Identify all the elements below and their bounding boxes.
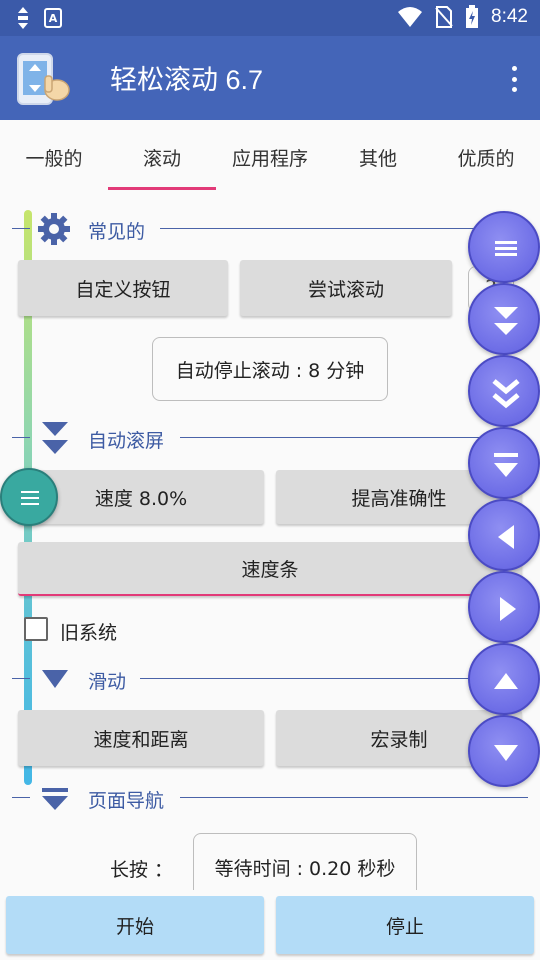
section-title-common: 常见的 <box>88 221 146 243</box>
section-title-auto-scroll: 自动滚屏 <box>88 430 165 452</box>
page-down-icon <box>494 453 518 477</box>
long-press-label: 长按 ： <box>110 859 174 881</box>
keyboard-a-icon: A <box>44 8 62 28</box>
floating-down-button[interactable] <box>468 715 540 787</box>
floating-up-button[interactable] <box>468 643 540 715</box>
tab-apps[interactable]: 应用程序 <box>216 144 324 171</box>
double-chevron-down-icon <box>42 422 68 454</box>
double-chevron-down-icon <box>494 307 518 335</box>
tab-general[interactable]: 一般的 <box>0 144 108 171</box>
floating-fast-scroll-down-button[interactable] <box>468 355 540 427</box>
menu-icon <box>495 241 517 256</box>
triangle-up-icon <box>494 673 518 689</box>
speed-distance-button[interactable]: 速度和距离 <box>18 710 264 766</box>
start-button[interactable]: 开始 <box>6 896 264 954</box>
tab-bar: 一般的 滚动 应用程序 其他 优质的 <box>0 120 540 192</box>
tab-other[interactable]: 其他 <box>324 144 432 171</box>
auto-stop-scroll-button[interactable]: 自动停止滚动 : 8 分钟 <box>152 337 388 401</box>
triangle-right-icon <box>500 597 516 621</box>
floating-scroll-down-button[interactable] <box>468 283 540 355</box>
wifi-icon <box>398 7 423 27</box>
status-bar: A 8:42 <box>0 0 540 36</box>
triangle-left-icon <box>498 525 514 549</box>
scroll-slider-handle[interactable] <box>0 468 58 526</box>
svg-text:A: A <box>49 12 58 25</box>
overflow-menu-icon[interactable] <box>510 66 518 92</box>
chevrons-down-icon <box>492 379 520 409</box>
floating-page-down-button[interactable] <box>468 427 540 499</box>
section-title-page-nav: 页面导航 <box>88 790 165 812</box>
battery-charging-icon <box>466 5 479 28</box>
floating-right-button[interactable] <box>468 571 540 643</box>
app-title: 轻松滚动 6.7 <box>110 65 264 95</box>
gear-icon <box>38 213 70 245</box>
clock: 8:42 <box>491 6 528 27</box>
section-divider <box>12 678 30 679</box>
app-bar: 轻松滚动 6.7 <box>0 36 540 120</box>
floating-left-button[interactable] <box>468 499 540 571</box>
stop-button[interactable]: 停止 <box>276 896 534 954</box>
drag-handle-icon <box>18 7 28 29</box>
chevron-down-icon <box>42 670 68 688</box>
old-system-label: 旧系统 <box>60 622 118 644</box>
section-divider <box>180 797 528 798</box>
speed-bar-button[interactable]: 速度条 <box>18 542 522 596</box>
section-title-swipe: 滑动 <box>88 671 127 693</box>
tab-scroll[interactable]: 滚动 <box>108 144 216 171</box>
triangle-down-icon <box>494 745 518 761</box>
tab-premium[interactable]: 优质的 <box>432 144 540 171</box>
section-divider <box>12 797 30 798</box>
section-divider <box>12 228 30 229</box>
app-logo-icon <box>17 53 70 105</box>
no-sim-icon <box>435 6 453 28</box>
old-system-checkbox[interactable] <box>24 617 48 641</box>
custom-button-button[interactable]: 自定义按钮 <box>18 260 228 316</box>
tab-indicator <box>108 187 216 190</box>
try-scroll-button[interactable]: 尝试滚动 <box>240 260 452 316</box>
section-divider <box>12 437 30 438</box>
bottom-action-bar: 开始 停止 <box>0 890 540 960</box>
page-down-icon <box>42 788 68 810</box>
floating-menu-button[interactable] <box>468 211 540 283</box>
